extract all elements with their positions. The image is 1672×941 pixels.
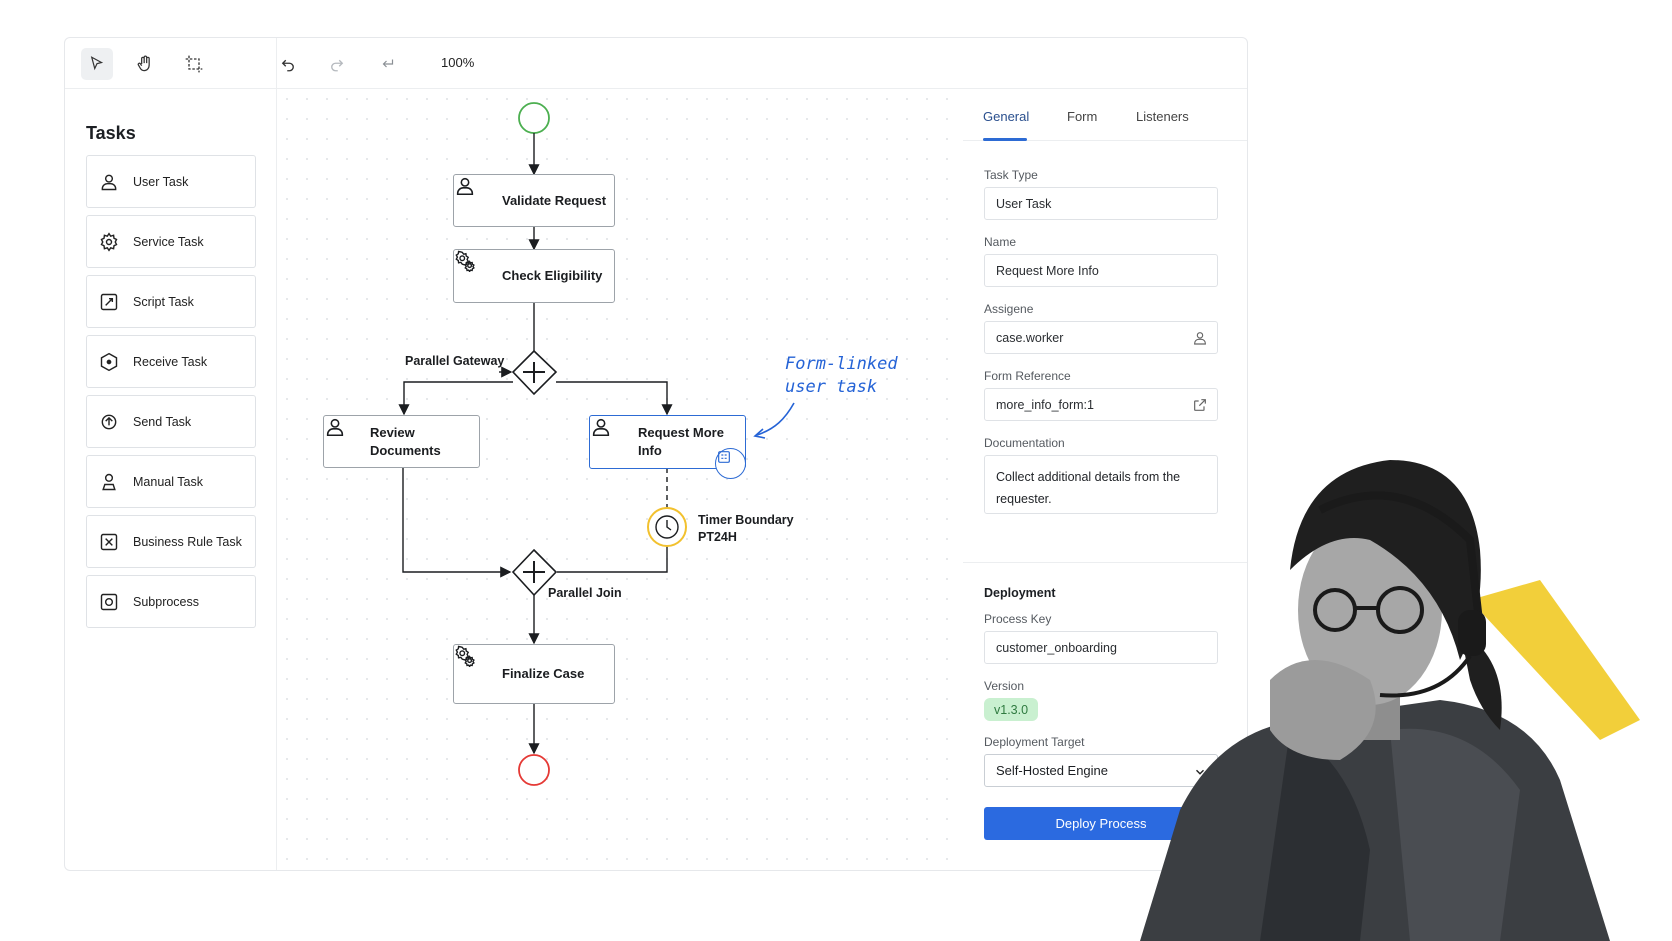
start-event[interactable] xyxy=(518,102,550,134)
gears-icon xyxy=(455,250,490,288)
timer-duration-label: PT24H xyxy=(698,530,737,544)
palette-item-receive-task[interactable]: Receive Task xyxy=(86,335,256,388)
form-link-icon[interactable] xyxy=(715,448,746,479)
palette-title: Tasks xyxy=(86,123,136,143)
cursor-icon xyxy=(90,56,104,71)
pan-tool-button[interactable] xyxy=(129,48,161,80)
zoom-dropdown-button[interactable] xyxy=(455,48,487,80)
task-check-eligibility[interactable]: Check Eligibility xyxy=(453,249,615,303)
receive-icon xyxy=(97,350,121,374)
form-reference-field[interactable]: more_info_form:1 xyxy=(984,388,1218,421)
user-icon xyxy=(456,177,490,213)
parallel-gateway-label: Parallel Gateway xyxy=(405,354,505,368)
deployment-section-title: Deployment xyxy=(984,586,1056,600)
palette-item-label: Business Rule Task xyxy=(133,534,242,549)
gears-icon xyxy=(455,645,490,686)
assignee-field[interactable]: case.worker xyxy=(984,321,1218,354)
user-picker-icon[interactable] xyxy=(1192,330,1208,346)
external-link-icon[interactable] xyxy=(1192,397,1208,413)
parallel-join-label: Parallel Join xyxy=(548,586,622,600)
palette-item-script-task[interactable]: Script Task xyxy=(86,275,256,328)
palette-item-manual-task[interactable]: Manual Task xyxy=(86,455,256,508)
task-label: Finalize Case xyxy=(502,666,585,681)
user-icon xyxy=(326,418,358,454)
task-type-field[interactable]: User Task xyxy=(984,187,1218,220)
form-reference-value: more_info_form:1 xyxy=(996,397,1094,412)
version-badge: v1.3.0 xyxy=(984,698,1039,721)
annotation-line-2: user task xyxy=(785,377,878,397)
crop-icon xyxy=(185,55,203,73)
active-tab-indicator xyxy=(983,138,1027,141)
hand-icon xyxy=(137,55,150,72)
task-label: Check Eligibility xyxy=(502,268,603,283)
palette-item-label: Subprocess xyxy=(133,594,200,609)
process-editor-window: 100% Tasks User Task Service Task Script… xyxy=(64,37,1248,871)
diagram-connectors xyxy=(398,102,795,786)
palette-item-label: Receive Task xyxy=(133,354,208,369)
task-label: Request More Info xyxy=(638,425,724,458)
subprocess-icon xyxy=(97,590,121,614)
task-validate-request[interactable]: Validate Request xyxy=(453,174,615,227)
palette-item-business-rule-task[interactable]: Business Rule Task xyxy=(86,515,256,568)
palette-item-label: Send Task xyxy=(133,414,192,429)
form-reference-label: Form Reference xyxy=(984,369,1071,383)
tool-group xyxy=(65,38,277,89)
tab-general[interactable]: General xyxy=(983,109,1029,124)
fit-view-button[interactable] xyxy=(372,48,404,80)
process-key-label: Process Key xyxy=(984,612,1052,626)
palette-item-label: Manual Task xyxy=(133,474,203,489)
user-icon xyxy=(592,418,626,454)
task-palette: Tasks User Task Service Task Script Task… xyxy=(65,89,277,870)
task-type-value: User Task xyxy=(996,196,1052,211)
assignee-value: case.worker xyxy=(996,330,1064,345)
palette-item-label: User Task xyxy=(133,174,189,189)
annotation-line-1: Form-linked xyxy=(785,354,898,374)
timer-boundary-label: Timer Boundary xyxy=(698,513,794,527)
send-icon xyxy=(97,410,121,434)
version-label: Version xyxy=(984,679,1025,693)
tab-form[interactable]: Form xyxy=(1067,109,1097,124)
assignee-label: Assigene xyxy=(984,302,1034,316)
task-review-documents[interactable]: Review Documents xyxy=(323,415,480,468)
task-label: Validate Request xyxy=(502,192,607,208)
person-with-headset-photo xyxy=(1140,460,1640,941)
user-icon xyxy=(97,170,121,194)
process-key-value: customer_onboarding xyxy=(996,640,1117,655)
name-field[interactable]: Request More Info xyxy=(984,254,1218,287)
redo-icon xyxy=(331,59,344,72)
task-request-more-info[interactable]: Request More Info xyxy=(589,415,746,479)
rule-icon xyxy=(97,530,121,554)
properties-tabs: General Form Listeners xyxy=(963,89,1247,141)
script-icon xyxy=(97,290,121,314)
return-icon xyxy=(382,59,394,68)
end-event[interactable] xyxy=(518,754,550,786)
palette-item-label: Service Task xyxy=(133,234,204,249)
palette-item-service-task[interactable]: Service Task xyxy=(86,215,256,268)
crop-tool-button[interactable] xyxy=(178,48,210,80)
palette-item-subprocess[interactable]: Subprocess xyxy=(86,575,256,628)
palette-item-user-task[interactable]: User Task xyxy=(86,155,256,208)
parallel-gateway[interactable] xyxy=(511,349,558,396)
deployment-target-value: Self-Hosted Engine xyxy=(996,763,1109,778)
diagram-canvas[interactable]: Validate Request Check Eligibility Revie… xyxy=(277,89,963,870)
redo-button[interactable] xyxy=(321,48,353,80)
task-finalize-case[interactable]: Finalize Case xyxy=(453,644,615,704)
name-label: Name xyxy=(984,235,1017,249)
hand-task-icon xyxy=(97,470,121,494)
gear-icon xyxy=(97,230,121,254)
task-type-label: Task Type xyxy=(984,168,1038,182)
undo-button[interactable] xyxy=(272,48,304,80)
deployment-target-label: Deployment Target xyxy=(984,735,1085,749)
timer-boundary-event[interactable] xyxy=(647,507,687,547)
palette-item-label: Script Task xyxy=(133,294,194,309)
name-value: Request More Info xyxy=(996,263,1099,278)
tab-listeners[interactable]: Listeners xyxy=(1136,109,1189,124)
palette-item-send-task[interactable]: Send Task xyxy=(86,395,256,448)
undo-icon xyxy=(281,59,294,72)
task-label: Review Documents xyxy=(369,424,441,458)
documentation-label: Documentation xyxy=(984,436,1065,450)
select-tool-button[interactable] xyxy=(81,48,113,80)
toolbar: 100% xyxy=(65,38,1247,89)
